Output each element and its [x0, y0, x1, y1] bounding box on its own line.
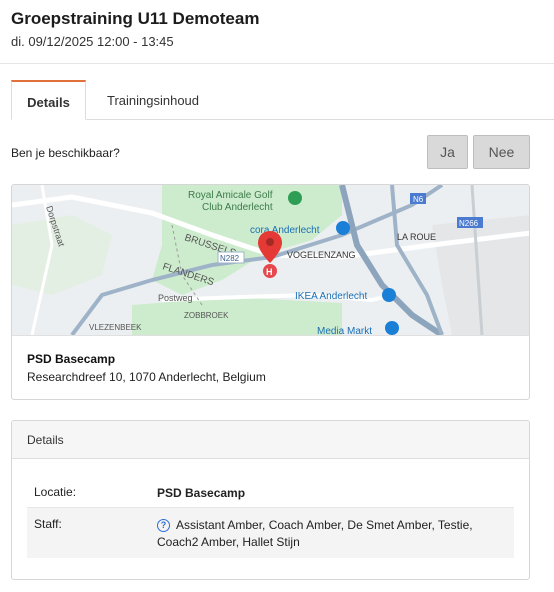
- map-label-media: Media Markt: [317, 326, 372, 335]
- location-name: PSD Basecamp: [27, 352, 116, 366]
- map-label-cora: cora Anderlecht: [250, 225, 320, 236]
- tab-details[interactable]: Details: [11, 80, 86, 120]
- availability-row: Ben je beschikbaar? Ja Nee: [11, 135, 530, 169]
- tab-bar: Details Trainingsinhoud: [11, 80, 554, 120]
- location-map[interactable]: Royal Amicale Golf Club Anderlecht cora …: [12, 185, 529, 338]
- shopping-bag-icon-2[interactable]: [385, 321, 399, 335]
- detail-key-staff: Staff:: [34, 517, 62, 531]
- table-row: Staff: ? Assistant Amber, Coach Amber, De…: [27, 508, 514, 558]
- detail-value-staff: ? Assistant Amber, Coach Amber, De Smet A…: [157, 517, 506, 551]
- map-label-club: Club Anderlecht: [202, 202, 273, 213]
- map-label-n266: N266: [459, 219, 479, 228]
- detail-key-location: Locatie:: [34, 485, 77, 499]
- page-header: Groepstraining U11 Demoteam di. 09/12/20…: [0, 0, 554, 64]
- map-label-royal: Royal Amicale Golf: [188, 190, 273, 201]
- golf-icon[interactable]: [288, 191, 302, 205]
- shopping-cart-icon[interactable]: [336, 221, 350, 235]
- map-label-n282: N282: [220, 254, 240, 263]
- yes-button[interactable]: Ja: [427, 135, 468, 169]
- details-table: Locatie: PSD Basecamp Staff: ? Assistant …: [27, 476, 514, 558]
- availability-question: Ben je beschikbaar?: [11, 146, 120, 160]
- shopping-bag-icon[interactable]: [382, 288, 396, 302]
- location-address: Researchdreef 10, 1070 Anderlecht, Belgi…: [27, 370, 266, 384]
- location-card: Royal Amicale Golf Club Anderlecht cora …: [11, 184, 530, 400]
- no-button[interactable]: Nee: [473, 135, 530, 169]
- map-canvas: Royal Amicale Golf Club Anderlecht cora …: [12, 185, 529, 338]
- details-card: Details Locatie: PSD Basecamp Staff: ? As…: [11, 420, 530, 580]
- table-row: Locatie: PSD Basecamp: [27, 476, 514, 508]
- question-icon[interactable]: ?: [157, 519, 170, 532]
- map-label-la-roue: LA ROUE: [397, 232, 436, 242]
- map-label-vogelenzang: VOGELENZANG: [287, 250, 356, 260]
- map-label-zobbroek: ZOBBROEK: [184, 311, 229, 320]
- map-label-vlezenbeek: VLEZENBEEK: [89, 323, 142, 332]
- details-card-heading: Details: [12, 421, 529, 459]
- page-title: Groepstraining U11 Demoteam: [11, 9, 260, 28]
- map-label-ikea: IKEA Anderlecht: [295, 291, 367, 302]
- map-label-postweg: Postweg: [158, 293, 193, 303]
- event-datetime: di. 09/12/2025 12:00 - 13:45: [11, 34, 174, 49]
- detail-value-location: PSD Basecamp: [157, 486, 246, 500]
- map-label-n6: N6: [413, 195, 424, 204]
- staff-list: Assistant Amber, Coach Amber, De Smet Am…: [157, 518, 473, 549]
- location-info: PSD Basecamp Researchdreef 10, 1070 Ande…: [12, 335, 529, 399]
- hospital-glyph: H: [266, 267, 273, 277]
- tab-trainingsinhoud[interactable]: Trainingsinhoud: [93, 80, 213, 120]
